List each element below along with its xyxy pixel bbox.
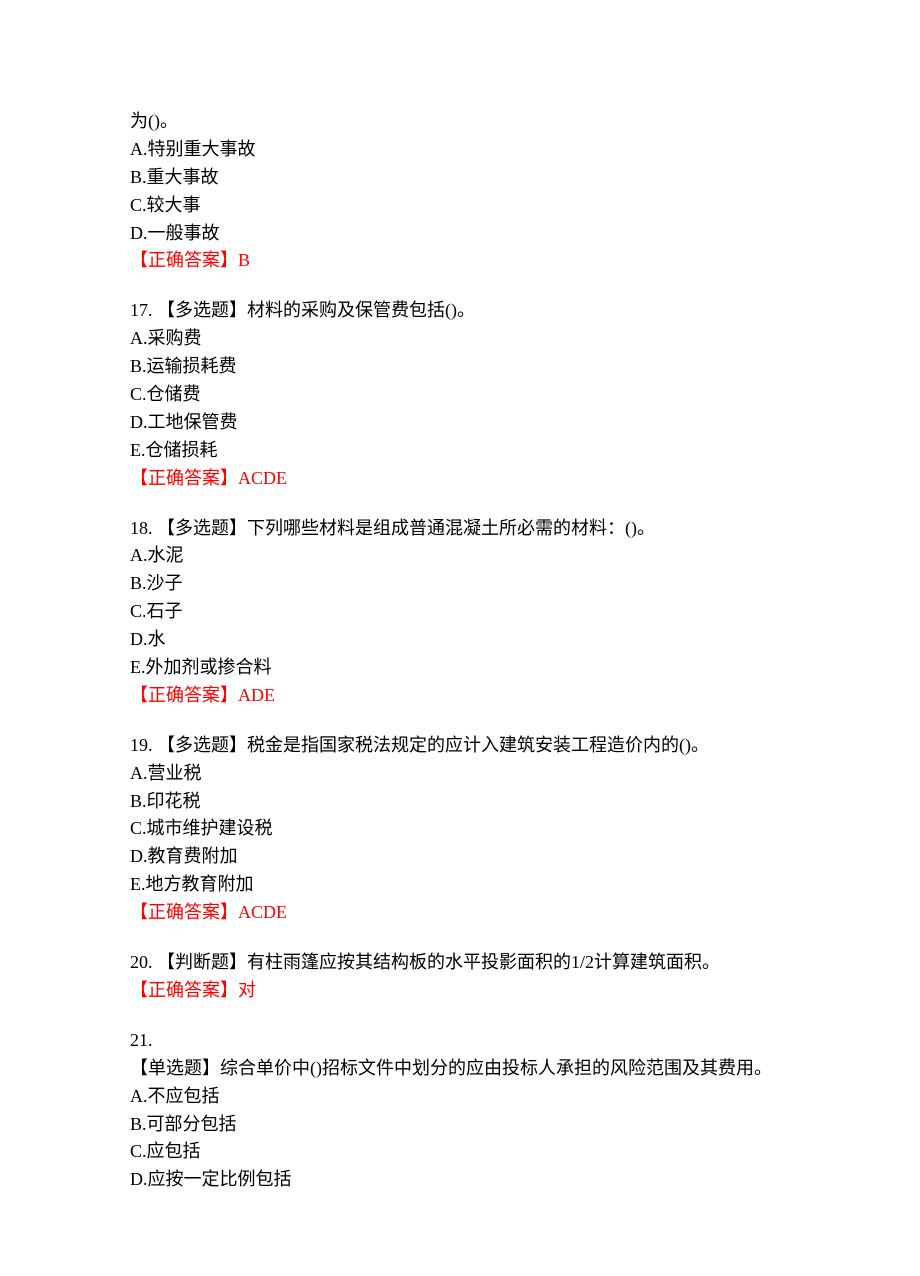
question-20-answer: 【正确答案】对: [130, 977, 790, 1005]
answer-label: 【正确答案】: [130, 468, 238, 488]
question-16-option-C: C.较大事: [130, 192, 790, 220]
question-19-option-C: C.城市维护建设税: [130, 815, 790, 843]
question-16-option-B: B.重大事故: [130, 164, 790, 192]
question-21: 21. 【单选题】综合单价中()招标文件中划分的应由投标人承担的风险范围及其费用…: [130, 1027, 790, 1194]
answer-label: 【正确答案】: [130, 902, 238, 922]
question-17: 17. 【多选题】材料的采购及保管费包括()。 A.采购费 B.运输损耗费 C.…: [130, 297, 790, 492]
question-17-stem: 17. 【多选题】材料的采购及保管费包括()。: [130, 297, 790, 325]
question-20-stem: 20. 【判断题】有柱雨篷应按其结构板的水平投影面积的1/2计算建筑面积。: [130, 949, 790, 977]
answer-value: 对: [238, 980, 256, 1000]
question-18-option-E: E.外加剂或掺合料: [130, 654, 790, 682]
answer-value: B: [238, 250, 250, 270]
answer-label: 【正确答案】: [130, 685, 238, 705]
question-19-option-D: D.教育费附加: [130, 843, 790, 871]
question-19-option-B: B.印花税: [130, 788, 790, 816]
answer-label: 【正确答案】: [130, 250, 238, 270]
question-19-answer: 【正确答案】ACDE: [130, 899, 790, 927]
question-18-stem: 18. 【多选题】下列哪些材料是组成普通混凝土所必需的材料：()。: [130, 515, 790, 543]
question-18-answer: 【正确答案】ADE: [130, 682, 790, 710]
question-21-stem: 【单选题】综合单价中()招标文件中划分的应由投标人承担的风险范围及其费用。: [130, 1055, 790, 1083]
answer-value: ACDE: [238, 468, 287, 488]
question-16-option-D: D.一般事故: [130, 220, 790, 248]
question-16-option-A: A.特别重大事故: [130, 136, 790, 164]
answer-value: ADE: [238, 685, 275, 705]
question-19-option-E: E.地方教育附加: [130, 871, 790, 899]
answer-value: ACDE: [238, 902, 287, 922]
question-16: 为()。 A.特别重大事故 B.重大事故 C.较大事 D.一般事故 【正确答案】…: [130, 108, 790, 275]
question-19-option-A: A.营业税: [130, 760, 790, 788]
question-17-answer: 【正确答案】ACDE: [130, 465, 790, 493]
question-17-option-A: A.采购费: [130, 325, 790, 353]
question-18: 18. 【多选题】下列哪些材料是组成普通混凝土所必需的材料：()。 A.水泥 B…: [130, 515, 790, 710]
question-19-stem: 19. 【多选题】税金是指国家税法规定的应计入建筑安装工程造价内的()。: [130, 732, 790, 760]
question-20: 20. 【判断题】有柱雨篷应按其结构板的水平投影面积的1/2计算建筑面积。 【正…: [130, 949, 790, 1005]
question-18-option-C: C.石子: [130, 598, 790, 626]
question-16-answer: 【正确答案】B: [130, 247, 790, 275]
question-17-option-C: C.仓储费: [130, 381, 790, 409]
question-21-option-D: D.应按一定比例包括: [130, 1166, 790, 1194]
question-21-num: 21.: [130, 1027, 790, 1055]
question-18-option-A: A.水泥: [130, 542, 790, 570]
question-19: 19. 【多选题】税金是指国家税法规定的应计入建筑安装工程造价内的()。 A.营…: [130, 732, 790, 927]
question-16-stem-cont: 为()。: [130, 108, 790, 136]
question-18-option-B: B.沙子: [130, 570, 790, 598]
question-17-option-D: D.工地保管费: [130, 409, 790, 437]
question-21-option-C: C.应包括: [130, 1138, 790, 1166]
question-17-option-E: E.仓储损耗: [130, 437, 790, 465]
question-21-option-B: B.可部分包括: [130, 1111, 790, 1139]
question-21-option-A: A.不应包括: [130, 1083, 790, 1111]
question-18-option-D: D.水: [130, 626, 790, 654]
answer-label: 【正确答案】: [130, 980, 238, 1000]
question-17-option-B: B.运输损耗费: [130, 353, 790, 381]
